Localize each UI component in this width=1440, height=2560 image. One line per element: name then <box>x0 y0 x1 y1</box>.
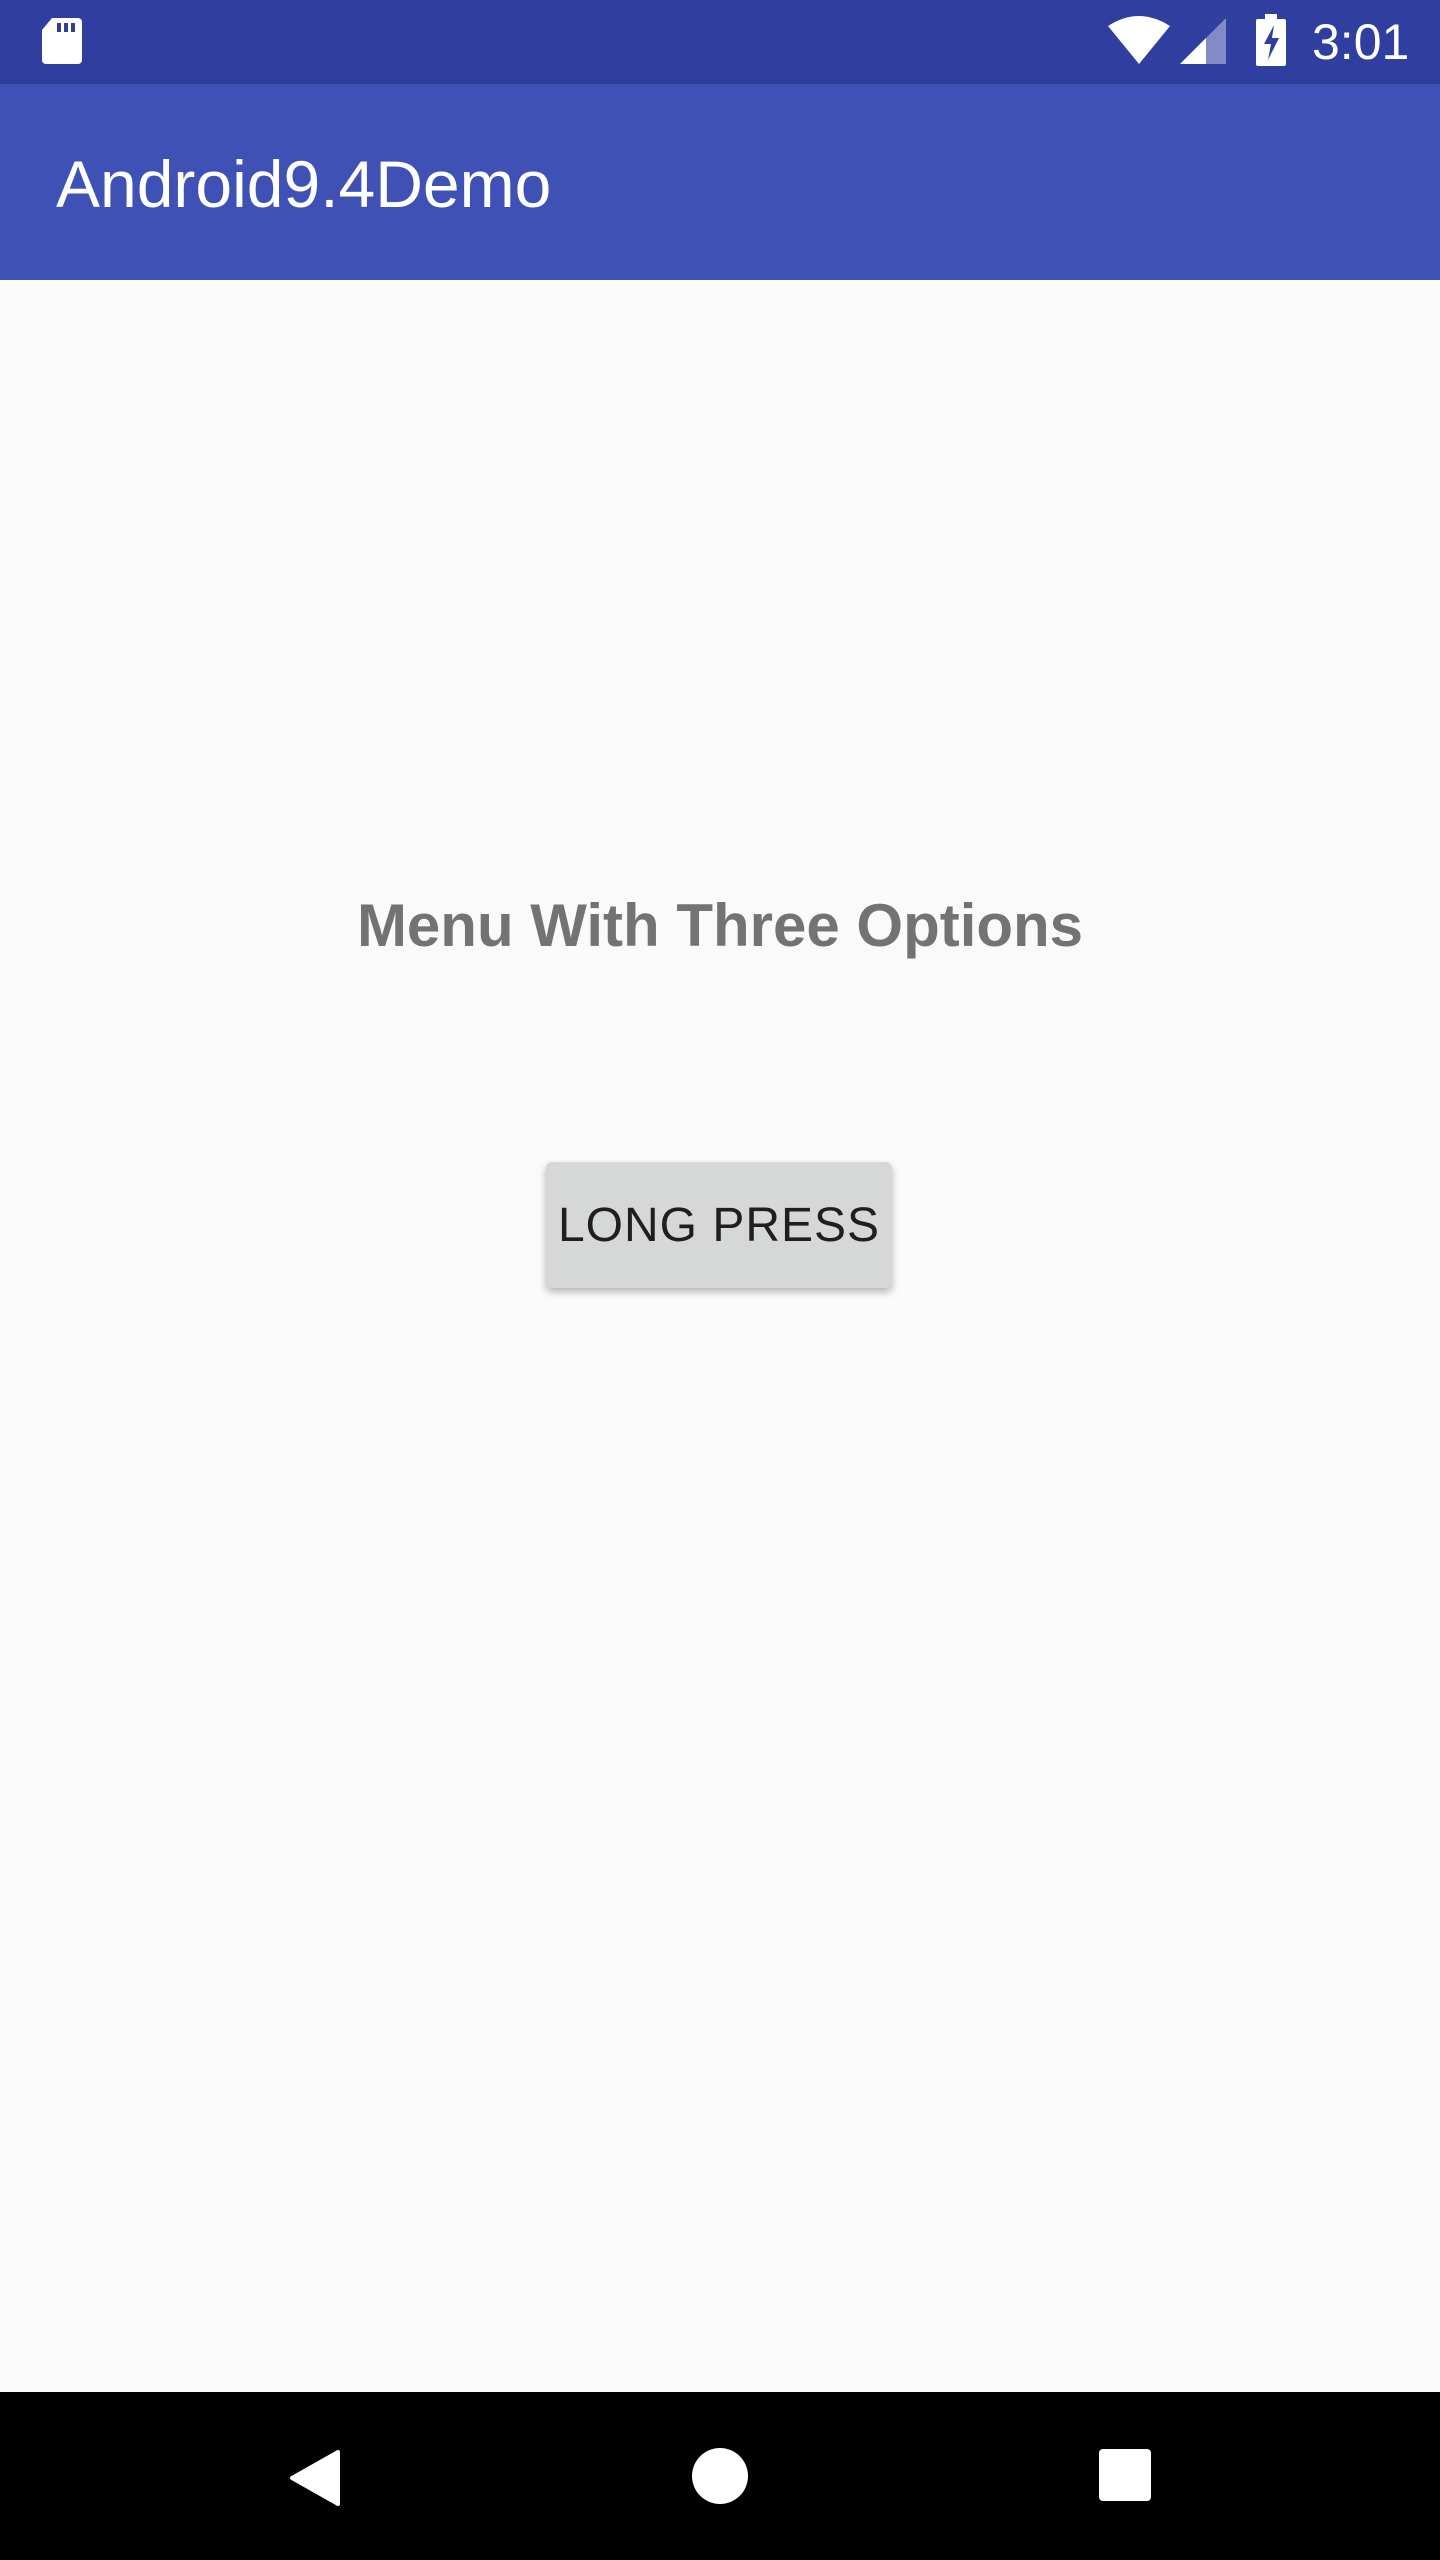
back-icon[interactable] <box>286 2448 342 2508</box>
battery-charging-icon <box>1256 14 1286 66</box>
app-bar: Android9.4Demo <box>0 84 1440 280</box>
sd-card-icon <box>42 18 82 64</box>
recents-icon[interactable] <box>1098 2448 1152 2502</box>
home-icon[interactable] <box>690 2446 750 2506</box>
long-press-button[interactable]: LONG PRESS <box>546 1162 892 1288</box>
navigation-bar <box>0 2392 1440 2560</box>
status-bar: 3:01 <box>0 0 1440 84</box>
app-title: Android9.4Demo <box>56 147 552 221</box>
status-time: 3:01 <box>1312 14 1410 70</box>
main-content: Menu With Three Options LONG PRESS <box>0 280 1440 2392</box>
cell-signal-icon <box>1180 18 1226 64</box>
wifi-icon <box>1108 16 1170 64</box>
page-heading: Menu With Three Options <box>356 892 1084 959</box>
